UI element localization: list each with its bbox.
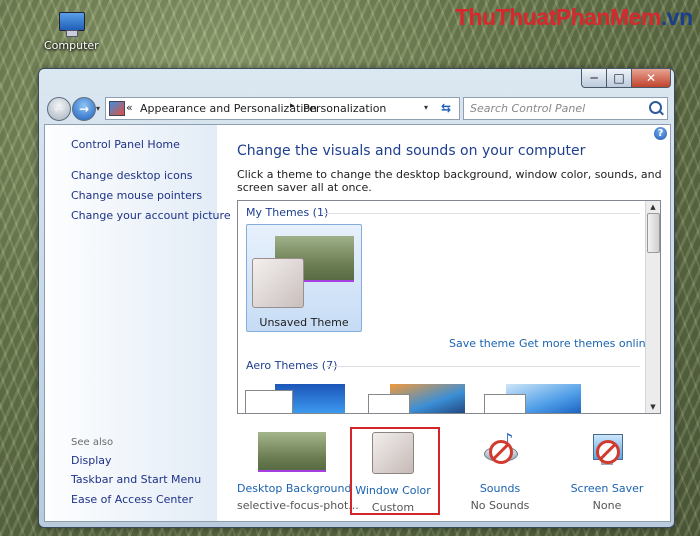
scroll-thumb[interactable] — [647, 213, 660, 253]
desktop-icon-label: Computer — [44, 39, 99, 52]
minimize-icon: ─ — [590, 71, 598, 85]
content-area: Control Panel Home Change desktop icons … — [44, 124, 671, 522]
scroll-down-icon[interactable]: ▼ — [646, 403, 660, 411]
back-button[interactable]: ← — [47, 97, 71, 121]
section-divider — [326, 366, 640, 367]
themes-list: My Themes (1) Unsaved Theme Save theme G… — [237, 200, 661, 414]
ease-of-access-link[interactable]: Ease of Access Center — [71, 493, 193, 506]
maximize-button[interactable]: □ — [606, 68, 632, 88]
recent-pages-dropdown-icon[interactable]: ▾ — [96, 104, 100, 113]
taskbar-start-menu-link[interactable]: Taskbar and Start Menu — [71, 473, 201, 486]
desktop-background-item[interactable]: Desktop Background selective-focus-phot.… — [237, 424, 359, 512]
screen-saver-item[interactable]: Screen Saver None — [552, 424, 662, 512]
back-arrow-icon: ← — [53, 102, 65, 116]
change-mouse-pointers-link[interactable]: Change mouse pointers — [71, 189, 202, 202]
scroll-up-icon[interactable]: ▲ — [646, 203, 660, 211]
close-icon: ✕ — [645, 71, 657, 85]
help-icon[interactable]: ? — [654, 127, 667, 140]
task-pane: Control Panel Home Change desktop icons … — [45, 125, 231, 521]
desktop-background-value: selective-focus-phot... — [237, 499, 359, 512]
display-link[interactable]: Display — [71, 454, 112, 467]
theme-preview-window-color — [252, 258, 304, 308]
page-description: Click a theme to change the desktop back… — [237, 168, 662, 194]
change-desktop-icons-link[interactable]: Change desktop icons — [71, 169, 193, 182]
refresh-icon: ⇆ — [440, 100, 452, 115]
close-button[interactable]: ✕ — [631, 68, 671, 88]
forward-arrow-icon: → — [78, 102, 90, 116]
search-box[interactable]: Search Control Panel — [463, 97, 668, 120]
desktop-background-label[interactable]: Desktop Background — [237, 482, 352, 495]
address-dropdown-icon[interactable]: ▾ — [424, 103, 428, 112]
aero-theme-architecture[interactable] — [368, 384, 465, 413]
sounds-icon: ♪ — [480, 430, 520, 472]
screen-saver-value: None — [592, 499, 622, 512]
maximize-icon: □ — [613, 71, 625, 85]
my-themes-heading: My Themes (1) — [246, 206, 329, 219]
sounds-item[interactable]: ♪ Sounds No Sounds — [445, 424, 555, 512]
sounds-label[interactable]: Sounds — [445, 482, 555, 495]
theme-label: Unsaved Theme — [259, 316, 349, 329]
section-divider — [322, 213, 640, 214]
search-icon[interactable] — [649, 101, 662, 114]
themes-scrollbar[interactable]: ▲ ▼ — [645, 201, 660, 413]
forward-button[interactable]: → — [72, 97, 96, 121]
save-theme-link[interactable]: Save theme — [449, 337, 515, 350]
breadcrumb-personalization[interactable]: Personalization — [303, 102, 386, 115]
change-account-picture-link[interactable]: Change your account picture — [71, 209, 231, 222]
refresh-button[interactable]: ⇆ — [435, 97, 457, 118]
see-also-heading: See also — [71, 437, 114, 448]
watermark-logo: ThuThuatPhanMem.vn — [455, 4, 693, 30]
theme-unsaved[interactable]: Unsaved Theme — [246, 224, 362, 332]
control-panel-window: ─ □ ✕ ← → ▾ « Appearance and Personaliza… — [38, 68, 675, 528]
screen-saver-icon — [587, 432, 627, 472]
screen-saver-label[interactable]: Screen Saver — [552, 482, 662, 495]
desktop-background-thumbnail — [258, 432, 326, 472]
breadcrumb-separator-icon[interactable]: ▸ — [290, 101, 295, 111]
address-bar[interactable]: « Appearance and Personalization ▸ Perso… — [105, 97, 460, 120]
get-more-themes-link[interactable]: Get more themes online — [519, 337, 652, 350]
aero-theme-windows7[interactable] — [245, 384, 345, 413]
control-panel-icon — [109, 101, 125, 116]
page-title: Change the visuals and sounds on your co… — [237, 143, 586, 159]
sounds-value: No Sounds — [470, 499, 530, 512]
desktop-icon-computer[interactable]: Computer — [44, 12, 99, 52]
computer-icon — [57, 12, 85, 37]
control-panel-home-link[interactable]: Control Panel Home — [71, 138, 180, 151]
minimize-button[interactable]: ─ — [581, 68, 607, 88]
address-overflow-icon[interactable]: « — [126, 101, 133, 114]
search-input[interactable]: Search Control Panel — [470, 102, 585, 115]
aero-themes-heading: Aero Themes (7) — [246, 359, 338, 372]
aero-theme-characters[interactable] — [484, 384, 581, 413]
window-color-highlight — [350, 427, 440, 515]
